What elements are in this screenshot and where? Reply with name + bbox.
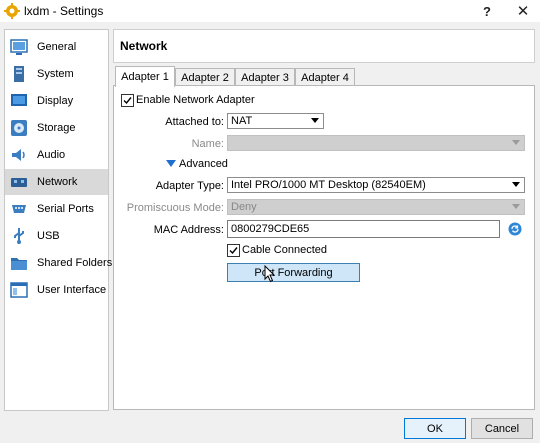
ok-button[interactable]: OK: [404, 418, 466, 439]
attached-to-label: Attached to:: [165, 116, 224, 128]
sidebar-item-usb[interactable]: USB: [5, 223, 108, 249]
sidebar-item-shared-folders[interactable]: Shared Folders: [5, 250, 112, 276]
sidebar-item-label: User Interface: [37, 284, 107, 296]
tab-adapter-4[interactable]: Adapter 4: [295, 68, 355, 86]
window-title: lxdm - Settings: [24, 4, 104, 18]
tab-adapter-1[interactable]: Adapter 1: [115, 66, 175, 87]
user-interface-icon: [10, 282, 28, 298]
sidebar-item-system[interactable]: System: [5, 61, 108, 87]
sidebar-item-general[interactable]: General: [5, 34, 108, 60]
advanced-expand-icon[interactable]: [166, 160, 176, 167]
tab-adapter-3[interactable]: Adapter 3: [235, 68, 295, 86]
title-bar: lxdm - Settings ? ✕: [0, 0, 540, 22]
page-title: Network: [120, 39, 168, 53]
name-select[interactable]: [227, 135, 525, 151]
shared-folders-icon: [11, 258, 27, 270]
display-icon: [11, 94, 27, 106]
attached-to-value: NAT: [231, 115, 253, 127]
sidebar-item-network[interactable]: Network: [5, 169, 108, 195]
tab-adapter-2[interactable]: Adapter 2: [175, 68, 235, 86]
mac-address-value: 0800279CDE65: [231, 223, 310, 235]
chevron-down-icon: [512, 182, 520, 187]
sidebar-item-label: System: [37, 68, 74, 80]
adapter-tab-body: Enable Network Adapter Attached to: NAT …: [113, 85, 535, 410]
name-label: Name:: [191, 138, 224, 150]
adapter-type-select[interactable]: Intel PRO/1000 MT Desktop (82540EM): [227, 177, 525, 193]
sidebar-item-display[interactable]: Display: [5, 88, 108, 114]
audio-icon: [12, 149, 25, 161]
system-icon: [14, 66, 24, 82]
serial-ports-icon: [12, 205, 26, 213]
enable-adapter-checkbox[interactable]: [121, 94, 134, 107]
sidebar-item-label: General: [37, 41, 77, 53]
chevron-down-icon: [512, 140, 520, 145]
adapter-type-label: Adapter Type:: [155, 180, 224, 192]
attached-to-select[interactable]: NAT: [227, 113, 324, 129]
sidebar-item-user-interface[interactable]: User Interface: [5, 277, 108, 303]
sidebar-item-label: Serial Ports: [37, 203, 94, 215]
mouse-cursor-icon: [264, 265, 276, 283]
general-icon: [10, 39, 28, 55]
mac-address-field[interactable]: 0800279CDE65: [227, 220, 500, 238]
network-icon: [11, 178, 27, 187]
promiscuous-mode-select[interactable]: Deny: [227, 199, 525, 215]
port-forwarding-button[interactable]: Port Forwarding: [227, 263, 360, 282]
sidebar-item-label: USB: [37, 230, 60, 242]
settings-window: lxdm - Settings ? ✕ General System Displ…: [0, 0, 540, 443]
mac-address-label: MAC Address:: [153, 224, 224, 236]
sidebar-item-label: Audio: [37, 149, 66, 161]
promiscuous-mode-value: Deny: [231, 201, 257, 213]
promiscuous-mode-label: Promiscuous Mode:: [126, 202, 224, 214]
checkmark-icon: [123, 97, 132, 105]
advanced-toggle[interactable]: Advanced: [179, 158, 228, 170]
chevron-down-icon: [512, 204, 520, 209]
network-settings-panel: Network Adapter 1 Adapter 2 Adapter 3 Ad…: [113, 29, 535, 410]
settings-sidebar: General System Display Storage Audio Net…: [4, 29, 112, 411]
help-button[interactable]: ?: [470, 0, 504, 22]
chevron-down-icon: [311, 118, 319, 123]
sidebar-item-audio[interactable]: Audio: [5, 142, 108, 168]
adapter-type-value: Intel PRO/1000 MT Desktop (82540EM): [231, 179, 426, 191]
sidebar-item-storage[interactable]: Storage: [5, 115, 108, 141]
storage-icon: [11, 120, 27, 136]
gear-icon: [4, 3, 20, 19]
close-button[interactable]: ✕: [506, 0, 540, 22]
cable-connected-checkbox[interactable]: [227, 244, 240, 257]
refresh-mac-icon[interactable]: [508, 222, 522, 236]
sidebar-item-label: Display: [37, 95, 74, 107]
usb-icon: [14, 228, 24, 244]
panel-header: Network: [113, 29, 535, 63]
sidebar-item-label: Storage: [37, 122, 76, 134]
sidebar-item-label: Shared Folders: [37, 257, 113, 269]
sidebar-item-label: Network: [37, 176, 78, 188]
sidebar-item-serial-ports[interactable]: Serial Ports: [5, 196, 108, 222]
cancel-button[interactable]: Cancel: [471, 418, 533, 439]
enable-adapter-label: Enable Network Adapter: [136, 94, 255, 106]
cable-connected-label: Cable Connected: [242, 244, 328, 256]
checkmark-icon: [229, 247, 238, 255]
